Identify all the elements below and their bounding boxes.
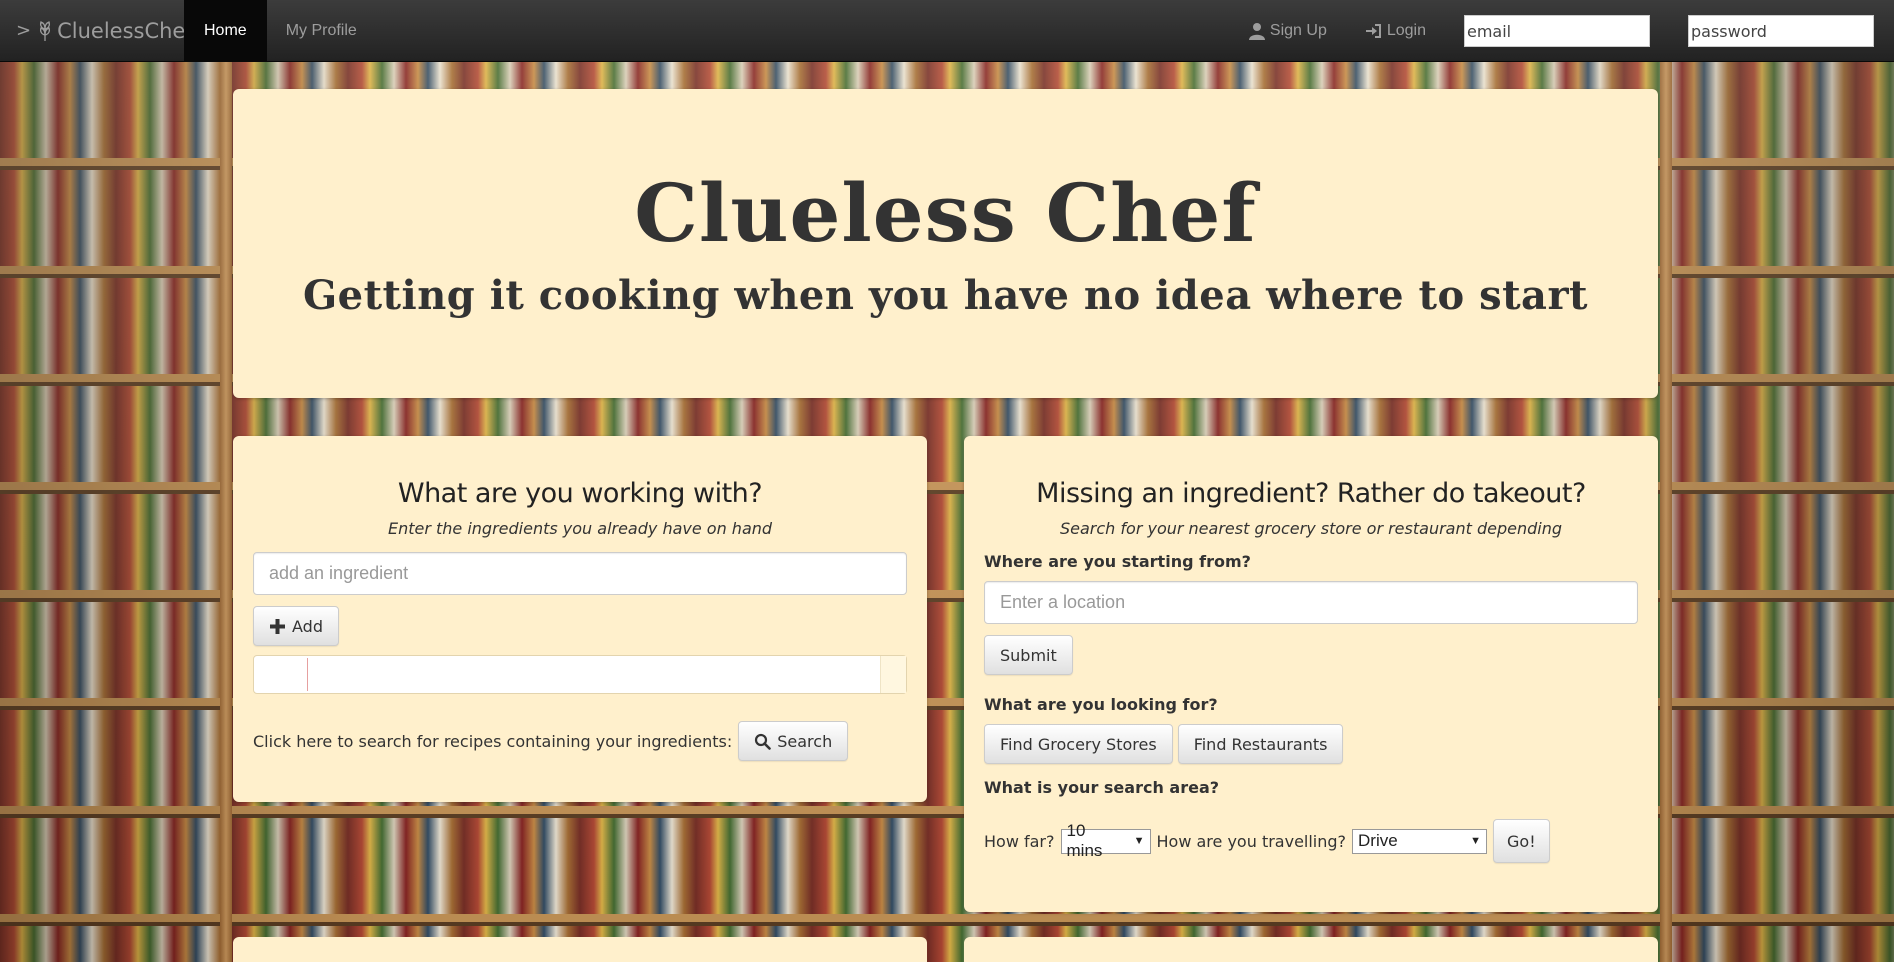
nav-my-profile[interactable]: My Profile <box>267 0 376 62</box>
add-label: Add <box>292 616 323 636</box>
login-label: Login <box>1386 22 1426 39</box>
search-area-row: How far? 10 mins ▼ How are you travellin… <box>984 819 1638 863</box>
page-title: Clueless Chef <box>634 166 1257 260</box>
brand-name: CluelessChef <box>57 18 193 43</box>
next-panel-right <box>964 937 1658 962</box>
find-grocery-stores-button[interactable]: Find Grocery Stores <box>984 724 1173 764</box>
go-button[interactable]: Go! <box>1493 819 1550 863</box>
signup-label: Sign Up <box>1269 22 1327 39</box>
place-type-buttons: Find Grocery Stores Find Restaurants <box>984 724 1638 764</box>
looking-label: What are you looking for? <box>984 695 1218 714</box>
nav-right: Sign Up Login <box>1248 0 1894 62</box>
add-ingredient-button[interactable]: Add <box>253 606 339 646</box>
ingredient-list-scrollbar[interactable] <box>880 656 906 693</box>
leaf-icon <box>37 20 53 42</box>
ingredients-panel: What are you working with? Enter the ing… <box>233 436 927 802</box>
travel-label: How are you travelling? <box>1156 831 1347 851</box>
travel-mode-value: Drive <box>1358 831 1398 850</box>
hero-panel: Clueless Chef Getting it cooking when yo… <box>233 89 1658 398</box>
find-restaurants-button[interactable]: Find Restaurants <box>1177 724 1344 764</box>
locate-panel: Missing an ingredient? Rather do takeout… <box>964 436 1658 912</box>
recipe-search-button[interactable]: Search <box>738 721 849 761</box>
signup-link[interactable]: Sign Up <box>1248 22 1327 40</box>
how-far-label: How far? <box>984 831 1055 851</box>
search-prompt: Click here to search for recipes contain… <box>253 731 733 751</box>
list-cursor <box>307 658 308 691</box>
shelf-post <box>1660 62 1672 962</box>
nav-home[interactable]: Home <box>184 0 267 62</box>
dropdown-arrow-icon: ▼ <box>1470 835 1482 847</box>
log-in-icon <box>1365 22 1383 40</box>
user-icon <box>1248 22 1266 40</box>
locate-title: Missing an ingredient? Rather do takeout… <box>1036 478 1586 509</box>
start-label: Where are you starting from? <box>984 552 1251 571</box>
ingredients-title: What are you working with? <box>397 478 763 509</box>
ingredient-list[interactable] <box>253 655 907 694</box>
dropdown-arrow-icon: ▼ <box>1133 835 1145 847</box>
password-field[interactable] <box>1688 15 1874 47</box>
navbar: > CluelessChef Home My Profile Sign Up L… <box>0 0 1894 62</box>
locate-subtitle: Search for your nearest grocery store or… <box>1059 519 1562 538</box>
brand-caret: > <box>16 20 32 41</box>
recipe-search-row: Click here to search for recipes contain… <box>253 721 907 761</box>
how-far-value: 10 mins <box>1066 821 1103 860</box>
shelf-post <box>220 62 232 962</box>
how-far-select[interactable]: 10 mins ▼ <box>1060 821 1151 860</box>
email-field[interactable] <box>1464 15 1650 47</box>
brand[interactable]: > CluelessChef <box>0 0 193 62</box>
login-link[interactable]: Login <box>1365 22 1426 40</box>
ingredients-subtitle: Enter the ingredients you already have o… <box>387 519 773 538</box>
plus-icon <box>269 618 286 635</box>
location-input[interactable] <box>984 581 1638 624</box>
area-label: What is your search area? <box>984 778 1220 797</box>
next-panel-left <box>233 937 927 962</box>
page-subtitle: Getting it cooking when you have no idea… <box>302 272 1589 319</box>
submit-location-button[interactable]: Submit <box>984 635 1073 675</box>
search-label: Search <box>777 731 833 751</box>
search-icon <box>754 733 772 750</box>
ingredient-input[interactable] <box>253 552 907 595</box>
travel-mode-select[interactable]: Drive ▼ <box>1352 828 1488 854</box>
